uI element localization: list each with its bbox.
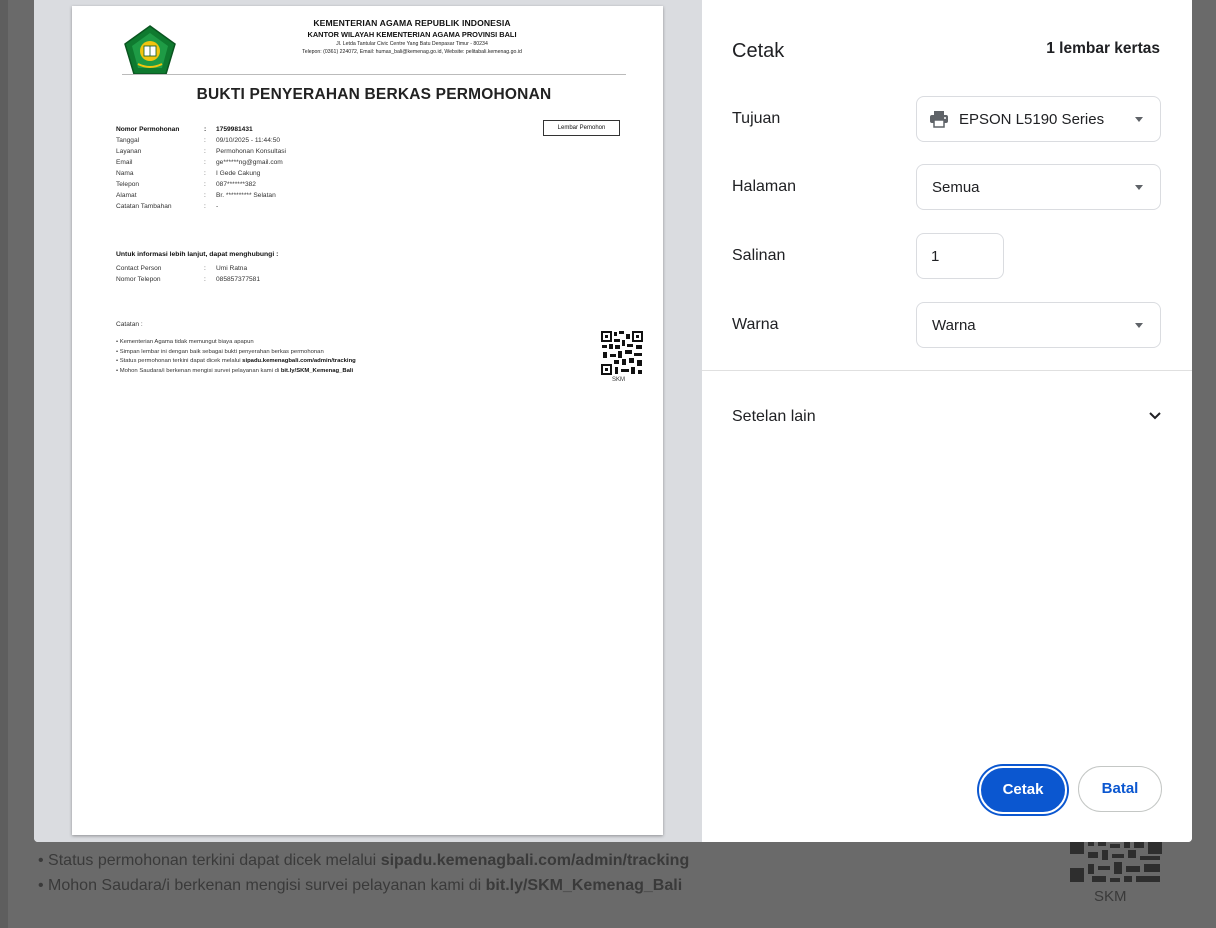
notes-heading: Catatan :: [116, 321, 143, 328]
kemenag-logo-icon: [124, 25, 176, 75]
background-line-1: • Status permohonan terkini dapat dicek …: [38, 852, 690, 869]
cancel-button[interactable]: Batal: [1078, 766, 1162, 812]
pages-label: Halaman: [732, 178, 797, 195]
field-row: Layanan: Permohonan Konsultasi: [116, 148, 287, 155]
header-ministry: KEMENTERIAN AGAMA REPUBLIK INDONESIA: [313, 18, 511, 28]
settings-divider: [702, 370, 1192, 371]
lembar-pemohon-badge: Lembar Pemohon: [543, 120, 620, 136]
pages-value: Semua: [932, 179, 980, 196]
header-divider: [122, 74, 626, 75]
print-button[interactable]: Cetak: [979, 766, 1067, 814]
background-qr-label: SKM: [1094, 888, 1127, 905]
printer-icon: [930, 111, 948, 128]
copies-value: 1: [931, 248, 940, 265]
field-row: Nomor Permohonan:1759981431: [116, 126, 253, 133]
pages-select[interactable]: Semua: [916, 164, 1161, 210]
background-qr-code: [1066, 836, 1166, 886]
destination-label: Tujuan: [732, 110, 781, 127]
dropdown-arrow-icon: [1135, 185, 1143, 190]
contact-heading: Untuk informasi lebih lanjut, dapat meng…: [116, 251, 279, 258]
header-contact: Telepon: (0361) 224072, Email: humas_bal…: [302, 49, 522, 55]
dropdown-arrow-icon: [1135, 117, 1143, 122]
dropdown-arrow-icon: [1135, 323, 1143, 328]
contact-row: Contact Person: Umi Ratna: [116, 265, 248, 272]
qr-code-icon: [600, 330, 644, 376]
contact-row: Nomor Telepon:085857377581: [116, 276, 261, 283]
print-title: Cetak: [732, 40, 785, 62]
copies-label: Salinan: [732, 247, 786, 264]
copies-input[interactable]: 1: [916, 233, 1004, 279]
print-dialog: KEMENTERIAN AGAMA REPUBLIK INDONESIA KAN…: [34, 0, 1192, 842]
note-item: • Status permohonan terkini dapat dicek …: [116, 358, 356, 364]
print-settings-panel: Cetak 1 lembar kertas Tujuan EPSON L5190…: [702, 0, 1192, 842]
document-title: BUKTI PENYERAHAN BERKAS PERMOHONAN: [196, 86, 552, 103]
field-row: Catatan Tambahan: -: [116, 203, 219, 210]
field-row: Tanggal:09/10/2025 - 11:44:50: [116, 137, 281, 144]
application-details: Nomor Permohonan:1759981431 Tanggal:09/1…: [116, 124, 286, 212]
field-row: Alamat: Br. ********** Selatan: [116, 192, 276, 199]
header-address: Jl. Letda Tantular Civic Centre Yang Bat…: [336, 41, 488, 47]
header-office: KANTOR WILAYAH KEMENTERIAN AGAMA PROVINS…: [307, 30, 517, 39]
chevron-down-icon[interactable]: [1148, 411, 1162, 421]
color-select[interactable]: Warna: [916, 302, 1161, 348]
qr-label: SKM: [612, 377, 626, 383]
destination-select[interactable]: EPSON L5190 Series: [916, 96, 1161, 142]
contact-details: Contact Person: Umi Ratna Nomor Telepon:0…: [116, 263, 260, 285]
document-header: KEMENTERIAN AGAMA REPUBLIK INDONESIA KAN…: [202, 18, 622, 55]
background-text: • Status permohonan terkini dapat dicek …: [38, 848, 689, 898]
sheet-count: 1 lembar kertas: [1046, 40, 1160, 57]
note-item: • Kementerian Agama tidak memungut biaya…: [116, 339, 254, 345]
field-row: Email: ge******ng@gmail.com: [116, 159, 283, 166]
notes-list: • Kementerian Agama tidak memungut biaya…: [116, 338, 356, 376]
note-item: • Simpan lembar ini dengan baik sebagai …: [116, 348, 324, 355]
note-item: • Mohon Saudara/i berkenan mengisi surve…: [116, 367, 354, 374]
color-value: Warna: [932, 317, 976, 334]
destination-value: EPSON L5190 Series: [959, 111, 1105, 128]
more-settings-toggle[interactable]: Setelan lain: [732, 408, 816, 426]
field-row: Telepon:087*******382: [116, 181, 256, 188]
print-preview-area[interactable]: KEMENTERIAN AGAMA REPUBLIK INDONESIA KAN…: [34, 0, 702, 842]
preview-page: KEMENTERIAN AGAMA REPUBLIK INDONESIA KAN…: [72, 6, 663, 835]
color-label: Warna: [732, 316, 779, 333]
field-row: Nama: I Gede Cakung: [116, 170, 261, 177]
background-line-2: • Mohon Saudara/i berkenan mengisi surve…: [38, 877, 683, 894]
